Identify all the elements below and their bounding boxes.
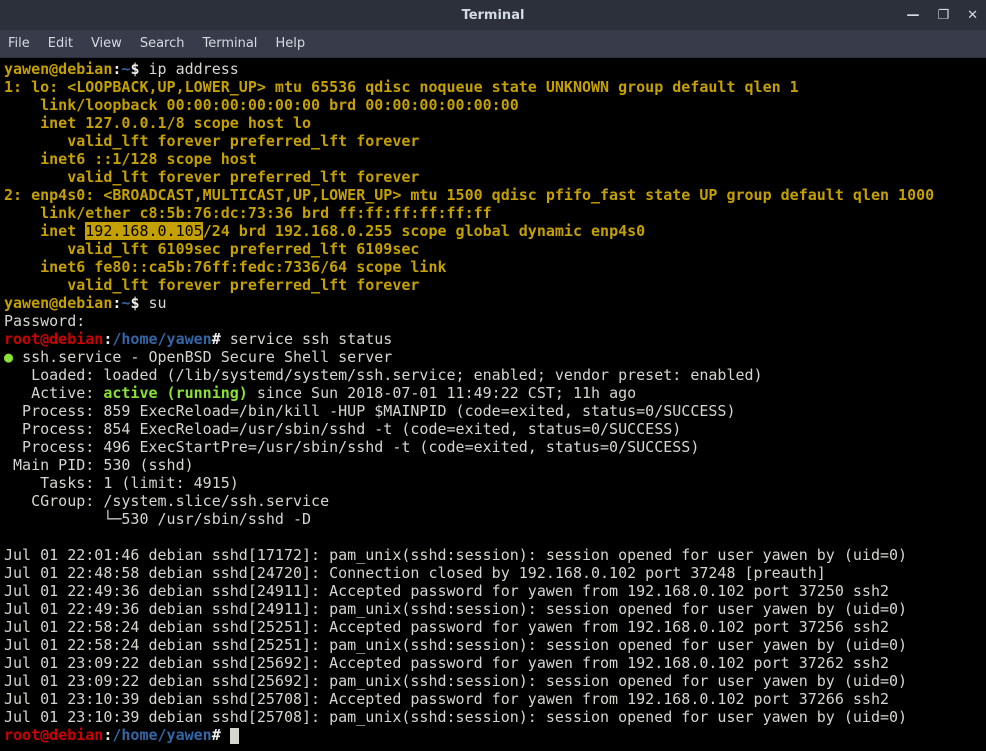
root-hash: # (212, 330, 230, 348)
menubar: File Edit View Search Terminal Help (0, 30, 986, 58)
ip-en-inet6: inet6 fe80::ca5b:76ff:fedc:7336/64 scope… (4, 258, 456, 276)
log-line: Jul 01 22:49:36 debian sshd[24911]: Acce… (4, 582, 889, 600)
window-title: Terminal (462, 8, 525, 23)
log-line: Jul 01 23:09:22 debian sshd[25692]: pam_… (4, 672, 907, 690)
status-dot-icon: ● (4, 348, 22, 366)
ssh-active-state: active (running) (103, 384, 248, 402)
ip-lo-inet6: inet6 ::1/128 scope host (4, 150, 266, 168)
ip-en-valid6: valid_lft forever preferred_lft forever (4, 276, 419, 294)
minimize-icon[interactable]: — (906, 9, 919, 22)
cmd-ipaddr: ip address (149, 60, 239, 78)
log-line: Jul 01 23:10:39 debian sshd[25708]: Acce… (4, 690, 889, 708)
ip-en-header: 2: enp4s0: <BROADCAST,MULTICAST,UP,LOWER… (4, 186, 934, 204)
log-line: Jul 01 22:48:58 debian sshd[24720]: Conn… (4, 564, 826, 582)
ip-en-valid: valid_lft 6109sec preferred_lft 6109sec (4, 240, 419, 258)
window-controls: — ❐ ✕ (906, 0, 978, 30)
ssh-active-post: since Sun 2018-07-01 11:49:22 CST; 11h a… (248, 384, 636, 402)
ip-lo-inet: inet 127.0.0.1/8 scope host lo (4, 114, 311, 132)
menu-view[interactable]: View (91, 36, 122, 51)
menu-terminal[interactable]: Terminal (202, 36, 257, 51)
ssh-service-name: ssh.service - OpenBSD Secure Shell serve… (22, 348, 392, 366)
log-line: Jul 01 23:09:22 debian sshd[25692]: Acce… (4, 654, 889, 672)
prompt-user2: yawen@debian (4, 294, 112, 312)
log-line: Jul 01 22:49:36 debian sshd[24911]: pam_… (4, 600, 907, 618)
ip-en-link: link/ether c8:5b:76:dc:73:36 brd ff:ff:f… (4, 204, 492, 222)
menu-file[interactable]: File (8, 36, 30, 51)
ssh-active-pre: Active: (4, 384, 103, 402)
root-user2: root@debian (4, 726, 103, 744)
ssh-proc-496: Process: 496 ExecStartPre=/usr/sbin/sshd… (4, 438, 699, 456)
ip-highlighted: 192.168.0.105 (85, 222, 202, 240)
ssh-loaded: Loaded: loaded (/lib/systemd/system/ssh.… (4, 366, 763, 384)
ip-lo-header: 1: lo: <LOOPBACK,UP,LOWER_UP> mtu 65536 … (4, 78, 799, 96)
ssh-cgline: └─530 /usr/sbin/sshd -D (4, 510, 311, 528)
cmd-sshstatus: service ssh status (230, 330, 393, 348)
close-icon[interactable]: ✕ (967, 9, 978, 22)
log-line: Jul 01 22:58:24 debian sshd[25251]: Acce… (4, 618, 889, 636)
password-prompt: Password: (4, 312, 85, 330)
menu-edit[interactable]: Edit (48, 36, 73, 51)
ip-lo-valid6: valid_lft forever preferred_lft forever (4, 168, 419, 186)
ssh-mainpid: Main PID: 530 (sshd) (4, 456, 194, 474)
root-user: root@debian (4, 330, 103, 348)
ssh-tasks: Tasks: 1 (limit: 4915) (4, 474, 239, 492)
ip-lo-valid: valid_lft forever preferred_lft forever (4, 132, 419, 150)
ip-lo-link: link/loopback 00:00:00:00:00:00 brd 00:0… (4, 96, 519, 114)
log-line: Jul 01 22:58:24 debian sshd[25251]: pam_… (4, 636, 907, 654)
log-line: Jul 01 23:10:39 debian sshd[25708]: pam_… (4, 708, 907, 726)
prompt-user: yawen@debian (4, 60, 112, 78)
menu-search[interactable]: Search (140, 36, 185, 51)
cmd-su: su (149, 294, 167, 312)
ssh-proc-859: Process: 859 ExecReload=/bin/kill -HUP $… (4, 402, 736, 420)
menu-help[interactable]: Help (275, 36, 305, 51)
prompt-dollar: $ (130, 60, 148, 78)
root-path: /home/yawen (112, 330, 211, 348)
terminal-output[interactable]: yawen@debian:~$ ip address 1: lo: <LOOPB… (0, 58, 986, 751)
ip-en-inet-pre: inet (4, 222, 85, 240)
maximize-icon[interactable]: ❐ (937, 9, 949, 22)
titlebar[interactable]: Terminal — ❐ ✕ (0, 0, 986, 30)
ssh-cgroup: CGroup: /system.slice/ssh.service (4, 492, 329, 510)
ssh-proc-854: Process: 854 ExecReload=/usr/sbin/sshd -… (4, 420, 681, 438)
cursor-icon (230, 728, 239, 744)
terminal-window: Terminal — ❐ ✕ File Edit View Search Ter… (0, 0, 986, 751)
log-line: Jul 01 22:01:46 debian sshd[17172]: pam_… (4, 546, 907, 564)
ip-en-inet-post: /24 brd 192.168.0.255 scope global dynam… (203, 222, 646, 240)
